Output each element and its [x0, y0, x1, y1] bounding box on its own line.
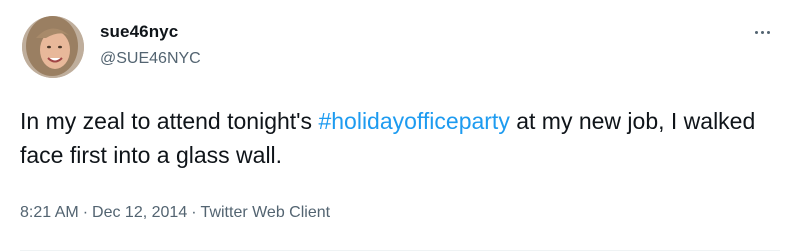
tweet-card: sue46nyc @SUE46NYC In my zeal to attend …: [0, 0, 800, 251]
meta-separator: ·: [82, 204, 89, 221]
tweet-client[interactable]: Twitter Web Client: [201, 204, 331, 221]
tweet-text: In my zeal to attend tonight's #holidayo…: [20, 104, 790, 172]
tweet-text-before: In my zeal to attend tonight's: [20, 108, 319, 134]
tweet-time[interactable]: 8:21 AM: [20, 204, 79, 221]
meta-separator: ·: [191, 204, 197, 221]
avatar[interactable]: [22, 16, 84, 78]
tweet-date[interactable]: Dec 12, 2014: [92, 204, 187, 221]
profile-photo-icon: [22, 16, 84, 78]
display-name[interactable]: sue46nyc: [100, 22, 178, 42]
hashtag-link[interactable]: #holidayofficeparty: [318, 108, 509, 134]
user-handle[interactable]: @SUE46NYC: [100, 50, 201, 68]
more-options-icon[interactable]: [750, 24, 774, 40]
tweet-metadata: 8:21 AM · Dec 12, 2014 · Twitter Web Client: [20, 204, 330, 222]
